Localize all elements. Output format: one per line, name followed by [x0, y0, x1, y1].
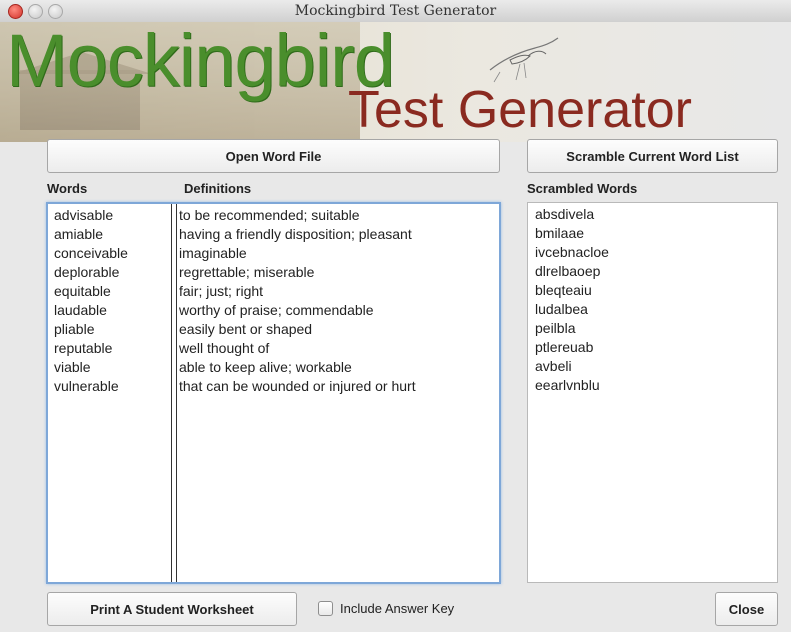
open-word-file-button[interactable]: Open Word File: [47, 139, 500, 173]
app-window: Mockingbird Test Generator Mockingbird T…: [0, 0, 791, 632]
words-header: Words: [47, 181, 88, 196]
definition-item: easily bent or shaped: [179, 321, 313, 337]
scrambled-item: ludalbea: [535, 301, 588, 317]
definition-item: able to keep alive; workable: [179, 359, 352, 375]
app-banner: Mockingbird Test Generator: [0, 22, 791, 142]
scrambled-item: ivcebnacloe: [535, 244, 609, 260]
word-item: vulnerable: [54, 378, 119, 394]
definition-item: that can be wounded or injured or hurt: [179, 378, 416, 394]
word-list-editor[interactable]: advisable amiable conceivable deplorable…: [46, 202, 501, 584]
word-item: equitable: [54, 283, 111, 299]
word-item: deplorable: [54, 264, 120, 280]
words-column: advisable amiable conceivable deplorable…: [54, 206, 174, 396]
title-bar: Mockingbird Test Generator: [0, 0, 791, 23]
definition-item: well thought of: [179, 340, 270, 356]
scrambled-item: absdivela: [535, 206, 595, 222]
definition-item: to be recommended; suitable: [179, 207, 360, 223]
word-item: reputable: [54, 340, 113, 356]
scrambled-words-list[interactable]: absdivela bmilaae ivcebnacloe dlrelbaoep…: [527, 202, 778, 583]
word-item: conceivable: [54, 245, 128, 261]
definition-item: regrettable; miserable: [179, 264, 315, 280]
scrambled-item: bmilaae: [535, 225, 585, 241]
scramble-word-list-button[interactable]: Scramble Current Word List: [527, 139, 778, 173]
answer-key-checkbox[interactable]: [318, 601, 333, 616]
definitions-header: Definitions: [184, 181, 252, 196]
print-worksheet-button[interactable]: Print A Student Worksheet: [47, 592, 297, 626]
logo-subtitle: Test Generator: [348, 81, 692, 139]
definition-item: imaginable: [179, 245, 247, 261]
scrambled-item: avbeli: [535, 358, 572, 374]
word-item: viable: [54, 359, 91, 375]
definition-item: worthy of praise; commendable: [179, 302, 374, 318]
window-title: Mockingbird Test Generator: [294, 3, 497, 19]
scrambled-words-header: Scrambled Words: [527, 181, 638, 196]
scrambled-item: bleqteaiu: [535, 282, 592, 298]
definition-item: fair; just; right: [179, 283, 264, 299]
logo-title: Mockingbird: [6, 22, 395, 102]
scrambled-column: absdivela bmilaae ivcebnacloe dlrelbaoep…: [535, 205, 609, 395]
definition-item: having a friendly disposition; pleasant: [179, 226, 412, 242]
word-item: amiable: [54, 226, 104, 242]
scrambled-item: eearlvnblu: [535, 377, 600, 393]
answer-key-label[interactable]: Include Answer Key: [340, 601, 454, 616]
word-item: pliable: [54, 321, 95, 337]
close-button[interactable]: Close: [715, 592, 778, 626]
scrambled-item: dlrelbaoep: [535, 263, 601, 279]
word-item: laudable: [54, 302, 107, 318]
word-item: advisable: [54, 207, 114, 223]
scrambled-item: peilbla: [535, 320, 576, 336]
scrambled-item: ptlereuab: [535, 339, 594, 355]
definitions-column: to be recommended; suitable having a fri…: [179, 206, 416, 396]
